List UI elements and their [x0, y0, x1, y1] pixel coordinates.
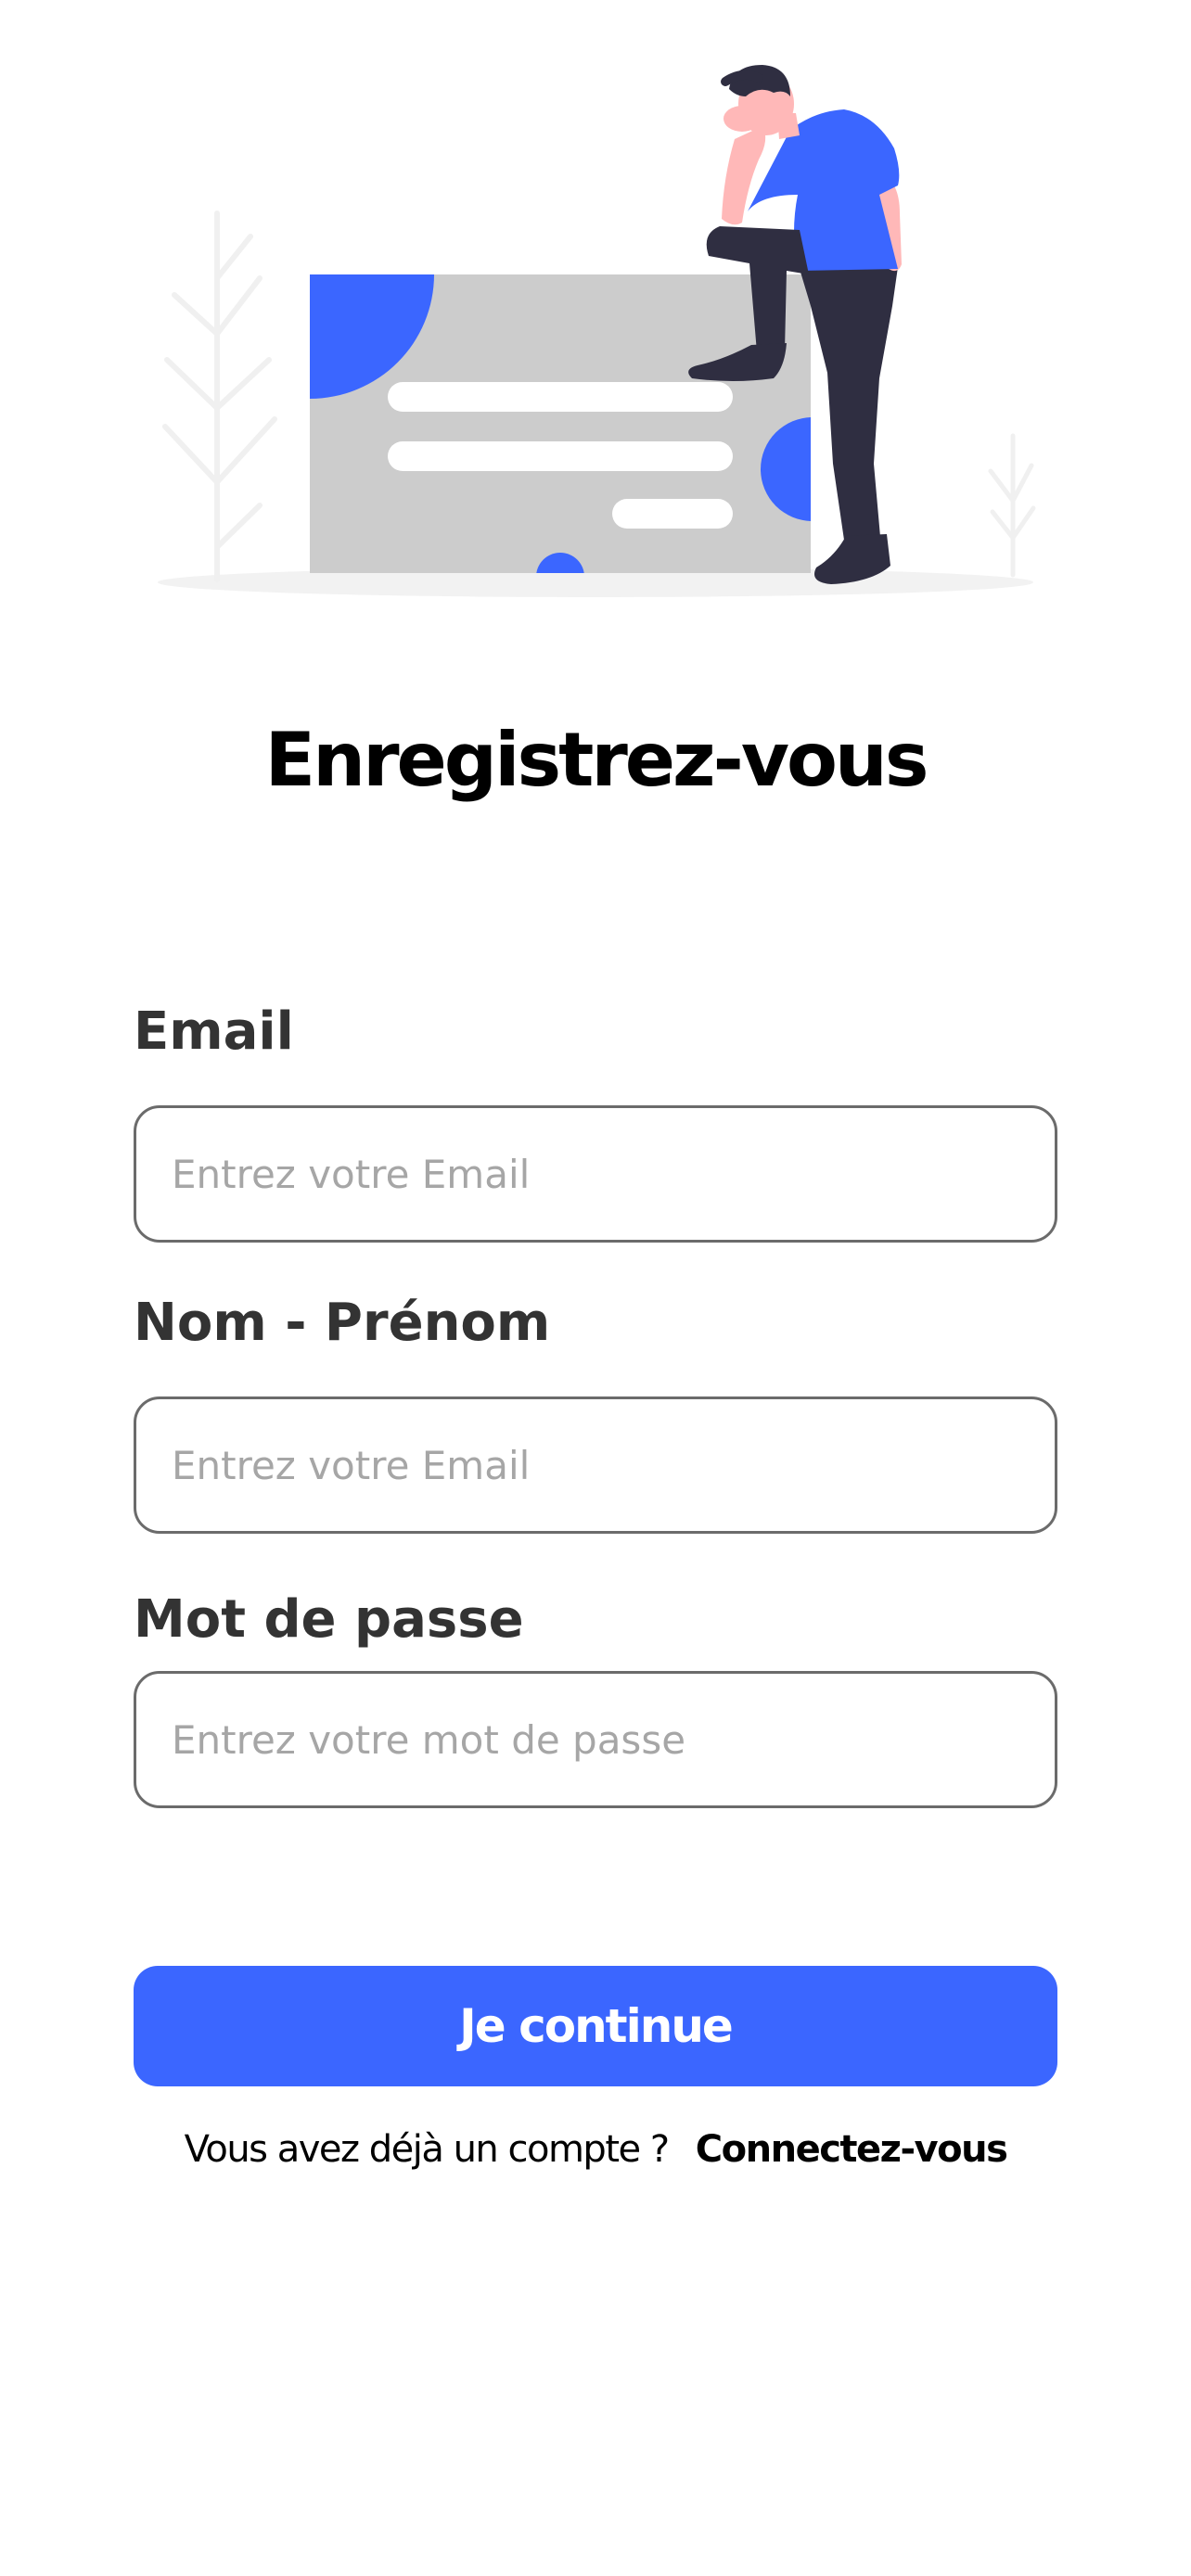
- plant-left-icon: [162, 210, 277, 582]
- login-prompt-text: Vous avez déjà un compte ?: [184, 2128, 670, 2171]
- login-prompt-row: Vous avez déjà un compte ? Connectez-vou…: [0, 2116, 1191, 2183]
- login-link[interactable]: Connectez-vous: [696, 2128, 1008, 2171]
- plant-right-icon: [988, 433, 1036, 578]
- name-field[interactable]: [134, 1396, 1057, 1534]
- password-label: Mot de passe: [134, 1589, 524, 1650]
- password-field[interactable]: [134, 1671, 1057, 1808]
- page-title: Enregistrez-vous: [264, 717, 928, 803]
- name-label: Nom - Prénom: [134, 1293, 551, 1353]
- continue-button[interactable]: Je continue: [134, 1966, 1057, 2086]
- email-label: Email: [134, 1001, 294, 1062]
- email-field[interactable]: [134, 1105, 1057, 1243]
- signup-illustration: [158, 65, 1036, 597]
